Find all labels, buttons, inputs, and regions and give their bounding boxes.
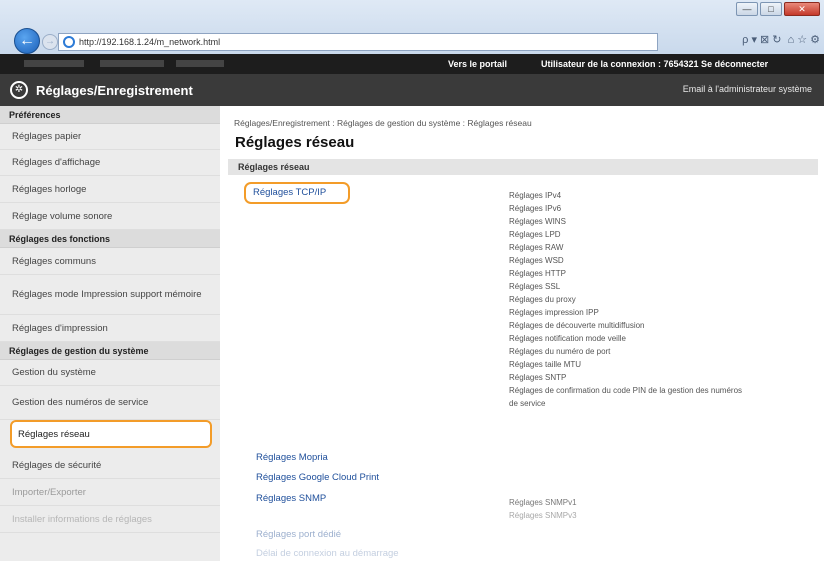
list-item: Réglages impression IPP xyxy=(509,308,599,317)
list-item: Réglages de confirmation du code PIN de … xyxy=(509,386,743,395)
list-item: Réglages SSL xyxy=(509,282,561,291)
sidebar: Préférences Réglages papier Réglages d'a… xyxy=(0,106,220,561)
list-item: Réglages SNTP xyxy=(509,373,567,382)
section-header: Réglages réseau xyxy=(228,159,818,175)
home-star-gear-icon[interactable]: ⌂ ☆ ⚙ xyxy=(788,33,820,46)
google-cloud-print-link[interactable]: Réglages Google Cloud Print xyxy=(256,472,379,483)
forward-arrow-icon[interactable]: → xyxy=(42,34,58,50)
sidebar-item-display[interactable]: Réglages d'affichage xyxy=(0,150,220,176)
login-user-info[interactable]: Utilisateur de la connexion : 7654321 Se… xyxy=(541,59,768,69)
sidebar-item-security[interactable]: Réglages de sécurité xyxy=(0,452,220,479)
sidebar-section-system: Réglages de gestion du système xyxy=(0,342,220,360)
sidebar-item-print[interactable]: Réglages d'impression xyxy=(0,315,220,342)
sidebar-item-install-settings[interactable]: Installer informations de réglages xyxy=(0,506,220,533)
startup-delay-link[interactable]: Délai de connexion au démarrage xyxy=(256,548,399,559)
snmp-settings-link[interactable]: Réglages SNMP xyxy=(256,493,326,504)
top-bar: Vers le portail Utilisateur de la connex… xyxy=(0,54,824,74)
search-icon[interactable]: ρ ▾ ⊠ ↻ xyxy=(742,33,781,46)
sidebar-item-paper[interactable]: Réglages papier xyxy=(0,124,220,150)
list-item: Réglages SNMPv3 xyxy=(509,511,577,520)
list-item: Réglages RAW xyxy=(509,243,564,252)
page-title: Réglages réseau xyxy=(235,134,355,151)
app-title: Réglages/Enregistrement xyxy=(36,83,193,98)
minimize-button[interactable]: — xyxy=(736,2,758,16)
snmp-sub-list: Réglages SNMPv1 Réglages SNMPv3 xyxy=(509,496,577,522)
sidebar-item-memory-print[interactable]: Réglages mode Impression support mémoire xyxy=(0,275,220,315)
sidebar-item-import-export[interactable]: Importer/Exporter xyxy=(0,479,220,506)
sidebar-item-clock[interactable]: Réglages horloge xyxy=(0,176,220,203)
list-item: de service xyxy=(509,399,546,408)
list-item: Réglages notification mode veille xyxy=(509,334,626,343)
list-item: Réglages IPv6 xyxy=(509,204,562,213)
back-arrow-icon[interactable]: ← xyxy=(14,28,40,54)
tcpip-sub-list: Réglages IPv4 Réglages IPv6 Réglages WIN… xyxy=(509,189,742,410)
main-content: Réglages/Enregistrement : Réglages de ge… xyxy=(220,106,824,561)
list-item: Réglages WSD xyxy=(509,256,564,265)
url-text: http://192.168.1.24/m_network.html xyxy=(79,37,221,47)
maximize-button[interactable]: □ xyxy=(760,2,782,16)
sidebar-section-preferences: Préférences xyxy=(0,106,220,124)
window-controls: — □ ✕ xyxy=(736,2,820,16)
list-item: Réglages du numéro de port xyxy=(509,347,611,356)
sidebar-item-common[interactable]: Réglages communs xyxy=(0,248,220,275)
sidebar-item-network[interactable]: Réglages réseau xyxy=(10,420,212,448)
list-item: Réglages LPD xyxy=(509,230,561,239)
list-item: Réglages taille MTU xyxy=(509,360,582,369)
list-item: Réglages du proxy xyxy=(509,295,576,304)
list-item: Réglages de découverte multidiffusion xyxy=(509,321,645,330)
tcpip-settings-link[interactable]: Réglages TCP/IP xyxy=(244,182,350,204)
browser-toolbar-icons: ρ ▾ ⊠ ↻ ⌂ ☆ ⚙ xyxy=(742,33,820,46)
portal-link[interactable]: Vers le portail xyxy=(448,59,507,69)
settings-gear-icon: ✲ xyxy=(10,81,28,99)
close-button[interactable]: ✕ xyxy=(784,2,820,16)
sidebar-item-service-numbers[interactable]: Gestion des numéros de service xyxy=(0,386,220,420)
browser-chrome: — □ ✕ ← → http://192.168.1.24/m_network.… xyxy=(0,0,824,54)
app-header: ✲ Réglages/Enregistrement Email à l'admi… xyxy=(0,74,824,106)
sidebar-item-system-management[interactable]: Gestion du système xyxy=(0,360,220,386)
email-admin-link[interactable]: Email à l'administrateur système xyxy=(683,84,812,94)
mopria-settings-link[interactable]: Réglages Mopria xyxy=(256,452,328,463)
list-item: Réglages WINS xyxy=(509,217,566,226)
dedicated-port-link[interactable]: Réglages port dédié xyxy=(256,529,341,540)
sidebar-item-volume[interactable]: Réglage volume sonore xyxy=(0,203,220,230)
breadcrumb: Réglages/Enregistrement : Réglages de ge… xyxy=(234,118,532,128)
list-item: Réglages SNMPv1 xyxy=(509,498,577,507)
list-item: Réglages HTTP xyxy=(509,269,566,278)
blurred-device-name xyxy=(24,60,224,67)
ie-logo-icon xyxy=(63,36,75,48)
address-bar[interactable]: http://192.168.1.24/m_network.html xyxy=(58,33,658,51)
sidebar-section-functions: Réglages des fonctions xyxy=(0,230,220,248)
list-item: Réglages IPv4 xyxy=(509,191,562,200)
